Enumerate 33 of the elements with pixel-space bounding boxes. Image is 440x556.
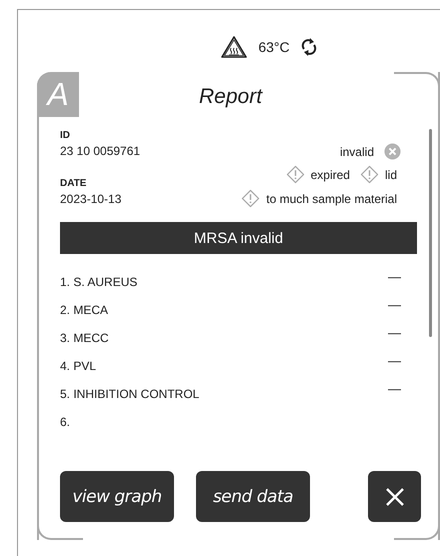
- target-name: 6.: [60, 415, 70, 429]
- action-button[interactable]: send data: [196, 471, 310, 522]
- warning-label: lid: [384, 168, 397, 182]
- id-label: ID: [60, 130, 70, 141]
- target-result: —: [388, 297, 401, 312]
- id-value: 23 10 0059761: [60, 144, 140, 158]
- error-label: invalid: [340, 144, 374, 158]
- close-button[interactable]: [368, 471, 421, 522]
- target-name: 4. PVL: [60, 359, 96, 373]
- warning-icon: [286, 165, 305, 184]
- refresh-icon[interactable]: [300, 37, 317, 57]
- warning-label: expired: [310, 168, 350, 182]
- action-button[interactable]: view graph: [60, 471, 174, 522]
- warning-icon: [241, 189, 260, 208]
- warning-icon: [360, 165, 379, 184]
- warning-label: to much sample material: [266, 192, 397, 206]
- temperature-reading: 63°C: [258, 39, 290, 55]
- target-name: 1. S. AUREUS: [60, 275, 138, 289]
- date-value: 2023-10-13: [60, 192, 122, 206]
- target-name: 3. MECC: [60, 331, 109, 345]
- target-result: —: [388, 381, 401, 396]
- target-name: 2. MECA: [60, 303, 108, 317]
- scrollbar[interactable]: [429, 129, 432, 337]
- close-icon: [384, 486, 404, 506]
- result-banner: MRSA invalid: [60, 222, 417, 254]
- date-label: DATE: [60, 178, 86, 189]
- target-name: 5. INHIBITION CONTROL: [60, 387, 200, 401]
- target-result: —: [388, 353, 401, 368]
- heat-warning-icon: [221, 36, 248, 58]
- target-result: —: [388, 269, 401, 284]
- target-result: —: [388, 325, 401, 340]
- error-icon: [384, 143, 401, 160]
- report-title: Report: [199, 85, 262, 109]
